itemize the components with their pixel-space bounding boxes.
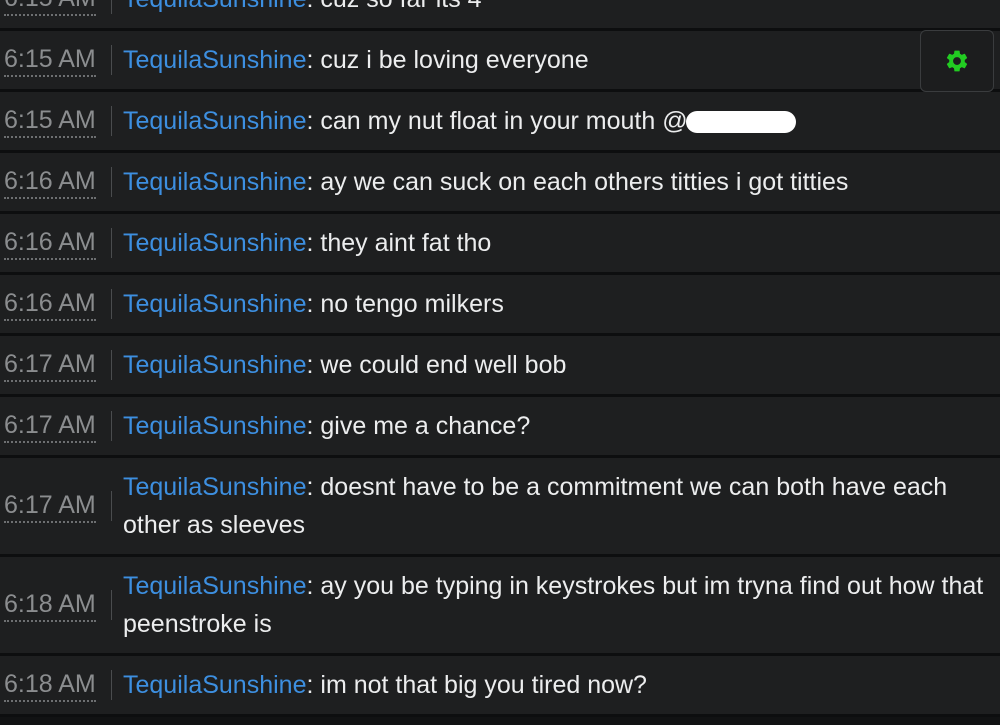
separator: : [306, 168, 321, 196]
chat-message: 6:18 AM TequilaSunshine: ay you be typin… [0, 557, 1000, 656]
chat-message: 6:17 AM TequilaSunshine: doesnt have to … [0, 458, 1000, 557]
message-text: give me a chance? [320, 412, 531, 440]
separator: : [306, 0, 320, 13]
message-text: can my nut float in your mouth @ [320, 107, 688, 135]
timestamp-cell: 6:18 AM [4, 589, 111, 622]
timestamp-cell: 6:18 AM [4, 669, 111, 702]
timestamp-cell: 6:15 AM [4, 0, 111, 16]
username[interactable]: TequilaSunshine [123, 107, 306, 135]
divider [111, 491, 112, 521]
message-text: we could end well bob [320, 351, 567, 379]
chat-message: 6:15 AM TequilaSunshine: cuz so far its … [0, 0, 1000, 31]
divider [111, 411, 112, 441]
username[interactable]: TequilaSunshine [123, 412, 306, 440]
timestamp-cell: 6:15 AM [4, 105, 111, 138]
divider [111, 670, 112, 700]
timestamp-cell: 6:17 AM [4, 410, 111, 443]
separator: : [306, 351, 321, 379]
username[interactable]: TequilaSunshine [123, 351, 306, 379]
chat-message: 6:15 AM TequilaSunshine: can my nut floa… [0, 92, 1000, 153]
username[interactable]: TequilaSunshine [123, 168, 306, 196]
timestamp[interactable]: 6:16 AM [4, 288, 96, 321]
separator: : [306, 107, 321, 135]
timestamp[interactable]: 6:17 AM [4, 410, 96, 443]
chat-message: 6:15 AM TequilaSunshine: cuz i be loving… [0, 31, 1000, 92]
divider [111, 350, 112, 380]
message-body: TequilaSunshine: doesnt have to be a com… [123, 468, 992, 544]
message-body: TequilaSunshine: can my nut float in you… [123, 102, 992, 140]
separator: : [306, 412, 321, 440]
message-text: no tengo milkers [320, 290, 504, 318]
separator: : [306, 572, 321, 600]
timestamp-cell: 6:16 AM [4, 166, 111, 199]
timestamp[interactable]: 6:18 AM [4, 589, 96, 622]
divider [111, 167, 112, 197]
timestamp-cell: 6:16 AM [4, 288, 111, 321]
username[interactable]: TequilaSunshine [123, 572, 306, 600]
timestamp[interactable]: 6:16 AM [4, 166, 96, 199]
divider [111, 590, 112, 620]
timestamp-cell: 6:17 AM [4, 349, 111, 382]
timestamp-cell: 6:16 AM [4, 227, 111, 260]
message-text: im not that big you tired now? [320, 671, 647, 699]
message-text: cuz i be loving everyone [320, 46, 589, 74]
timestamp[interactable]: 6:18 AM [4, 669, 96, 702]
timestamp[interactable]: 6:15 AM [4, 105, 96, 138]
username[interactable]: TequilaSunshine [123, 0, 306, 13]
username[interactable]: TequilaSunshine [123, 229, 306, 257]
chat-message: 6:16 AM TequilaSunshine: no tengo milker… [0, 275, 1000, 336]
chat-message: 6:17 AM TequilaSunshine: give me a chanc… [0, 397, 1000, 458]
chat-message: 6:16 AM TequilaSunshine: they aint fat t… [0, 214, 1000, 275]
separator: : [306, 229, 321, 257]
timestamp[interactable]: 6:17 AM [4, 490, 96, 523]
separator: : [306, 473, 321, 501]
timestamp-cell: 6:15 AM [4, 44, 111, 77]
username[interactable]: TequilaSunshine [123, 290, 306, 318]
message-body: TequilaSunshine: ay you be typing in key… [123, 567, 992, 643]
gear-icon [946, 50, 968, 72]
username[interactable]: TequilaSunshine [123, 46, 306, 74]
message-body: TequilaSunshine: cuz i be loving everyon… [123, 41, 992, 79]
message-body: TequilaSunshine: they aint fat tho [123, 224, 992, 262]
timestamp[interactable]: 6:17 AM [4, 349, 96, 382]
separator: : [306, 46, 321, 74]
timestamp[interactable]: 6:15 AM [4, 44, 96, 77]
message-body: TequilaSunshine: we could end well bob [123, 346, 992, 384]
timestamp[interactable]: 6:16 AM [4, 227, 96, 260]
separator: : [306, 290, 321, 318]
message-list: 6:15 AM TequilaSunshine: cuz so far its … [0, 0, 1000, 717]
chat-message: 6:18 AM TequilaSunshine: im not that big… [0, 656, 1000, 717]
chat-message: 6:17 AM TequilaSunshine: we could end we… [0, 336, 1000, 397]
settings-button[interactable] [920, 30, 994, 92]
timestamp-cell: 6:17 AM [4, 490, 111, 523]
chat-log: 6:15 AM TequilaSunshine: cuz so far its … [0, 0, 1000, 725]
message-body: TequilaSunshine: im not that big you tir… [123, 666, 992, 704]
timestamp[interactable]: 6:15 AM [4, 0, 96, 16]
message-text: ay we can suck on each others titties i … [320, 168, 849, 196]
divider [111, 289, 112, 319]
message-text: cuz so far its 4 [320, 0, 481, 13]
message-text: they aint fat tho [320, 229, 492, 257]
message-body: TequilaSunshine: ay we can suck on each … [123, 163, 992, 201]
redacted-mention [685, 111, 796, 134]
username[interactable]: TequilaSunshine [123, 671, 306, 699]
divider [111, 106, 112, 136]
message-body: TequilaSunshine: give me a chance? [123, 407, 992, 445]
chat-message: 6:16 AM TequilaSunshine: ay we can suck … [0, 153, 1000, 214]
divider [111, 0, 112, 14]
message-body: TequilaSunshine: no tengo milkers [123, 285, 992, 323]
message-body: TequilaSunshine: cuz so far its 4 [123, 0, 992, 18]
divider [111, 228, 112, 258]
divider [111, 45, 112, 75]
username[interactable]: TequilaSunshine [123, 473, 306, 501]
separator: : [306, 671, 321, 699]
